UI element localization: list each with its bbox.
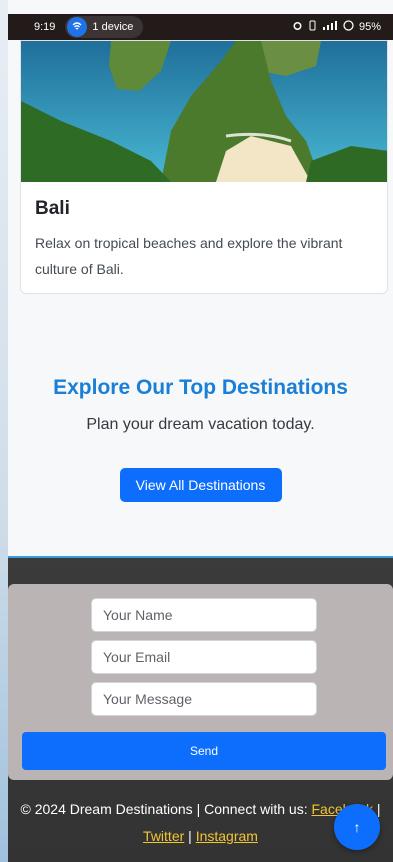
instagram-link[interactable]: Instagram xyxy=(196,828,258,844)
battery-level: 95% xyxy=(358,21,381,33)
arrow-up-icon: ↑ xyxy=(353,819,361,835)
message-field[interactable]: Your Message xyxy=(91,682,317,716)
card-text: Relax on tropical beaches and explore th… xyxy=(35,235,343,277)
battery-icon xyxy=(343,20,354,34)
status-right: 95% xyxy=(292,20,381,34)
signal-icon xyxy=(322,20,338,34)
status-time: 9:19 xyxy=(34,21,56,33)
card-title: Bali xyxy=(35,198,70,219)
top-strip xyxy=(8,0,393,14)
footer: Your Name Your Email Your Message Send ©… xyxy=(8,558,393,862)
alarm-icon xyxy=(292,20,303,34)
separator: | xyxy=(188,828,192,844)
cta-subtitle: Plan your dream vacation today. xyxy=(86,416,315,433)
status-bar: 9:19 1 device 95% xyxy=(8,14,393,40)
scroll-to-top-button[interactable]: ↑ xyxy=(334,804,380,850)
vibrate-icon xyxy=(308,20,317,34)
browser-edge xyxy=(0,0,8,862)
email-field[interactable]: Your Email xyxy=(91,640,317,674)
name-field[interactable]: Your Name xyxy=(91,598,317,632)
status-left: 9:19 1 device xyxy=(34,16,144,38)
card-body: Bali Relax on tropical beaches and explo… xyxy=(21,182,387,293)
cta-section: Explore Our Top Destinations Plan your d… xyxy=(8,376,393,502)
page: 9:19 1 device 95% Bali Relax on tropical… xyxy=(8,0,393,862)
copyright-text: © 2024 Dream Destinations | Connect with… xyxy=(20,801,308,817)
cast-pill[interactable]: 1 device xyxy=(65,16,144,38)
destination-card: Bali Relax on tropical beaches and explo… xyxy=(20,40,388,294)
separator: | xyxy=(376,801,381,817)
contact-form: Your Name Your Email Your Message Send xyxy=(8,584,393,780)
bali-photo xyxy=(21,41,387,182)
cta-title: Explore Our Top Destinations xyxy=(53,376,348,399)
twitter-link[interactable]: Twitter xyxy=(143,828,184,844)
view-all-destinations-button[interactable]: View All Destinations xyxy=(119,468,282,502)
send-button[interactable]: Send xyxy=(22,732,386,770)
cast-label: 1 device xyxy=(92,21,134,33)
cast-icon xyxy=(67,17,88,37)
